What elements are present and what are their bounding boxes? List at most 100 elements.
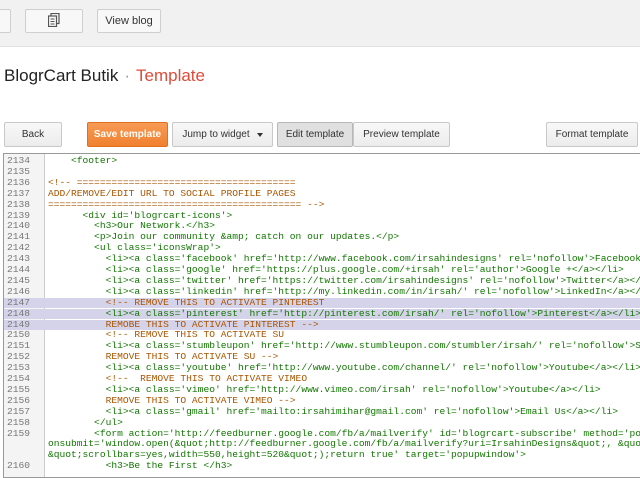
line-number: 2154 (7, 373, 31, 384)
code-text: REMOVE THIS TO ACTIVATE VIMEO --> (48, 394, 296, 406)
code-line[interactable]: 2151 <li><a class='stumbleupon' href='ht… (4, 340, 640, 352)
code-text: <p>Join our community &amp; catch on our… (48, 231, 400, 243)
line-number: 2147 (7, 296, 31, 308)
code-line[interactable]: 2158 </ul> (4, 416, 640, 428)
line-number: 2153 (7, 362, 31, 374)
code-text: <footer> (48, 155, 118, 166)
code-line[interactable]: 2149 REMOBE THIS TO ACTIVATE PINTEREST -… (4, 318, 640, 330)
line-number: 2136 (7, 176, 31, 188)
code-line[interactable]: 2148 <li><a class='pinterest' href='http… (4, 307, 640, 319)
code-text: <li><a class='youtube' href='http://www.… (48, 362, 640, 374)
line-number: 2139 (7, 209, 31, 221)
jump-to-widget-label: Jump to widget (182, 129, 250, 140)
code-text: <li><a class='facebook' href='http://www… (48, 253, 640, 265)
code-line[interactable]: 2135 (4, 165, 640, 177)
line-number: 2143 (7, 253, 31, 265)
line-number: 2149 (7, 318, 31, 330)
nav-button[interactable] (0, 9, 11, 33)
line-number: 2137 (7, 187, 31, 199)
line-number: 2140 (7, 220, 31, 232)
code-text: <h3>Be the First </h3> (48, 460, 233, 472)
line-number: 2138 (7, 198, 31, 210)
code-line[interactable]: 2152 REMOVE THIS TO ACTIVATE SU --> (4, 351, 640, 363)
top-toolbar: View blog (0, 0, 640, 47)
line-number: 2148 (7, 307, 31, 319)
code-line[interactable]: 2157 <li><a class='gmail' href='mailto:i… (4, 405, 640, 417)
code-line[interactable]: 2143 <li><a class='facebook' href='http:… (4, 253, 640, 265)
line-number: 2151 (7, 340, 31, 352)
code-text: <div id='blogrcart-icons'> (48, 209, 233, 221)
code-text: <li><a class='linkedin' href='http://my.… (48, 285, 640, 297)
code-text: onsubmit='window.open(&quot;http://feedb… (48, 438, 640, 450)
code-text: ========================================… (48, 198, 325, 210)
code-text: <!-- REMOVE THIS TO ACTIVATE VIMEO (48, 373, 308, 384)
page-heading: BlogrCart Butik · Template (4, 66, 205, 86)
code-line[interactable]: onsubmit='window.open(&quot;http://feedb… (4, 438, 640, 450)
pages-icon (47, 12, 60, 30)
line-number: 2160 (7, 460, 31, 472)
line-number: 2146 (7, 285, 31, 297)
line-number: 2152 (7, 351, 31, 363)
line-number: 2156 (7, 394, 31, 406)
code-line[interactable]: 2139 <div id='blogrcart-icons'> (4, 209, 640, 221)
line-number: 2145 (7, 274, 31, 286)
line-number: 2157 (7, 405, 31, 417)
code-line[interactable]: 2159 <form action='http://feedburner.goo… (4, 427, 640, 439)
line-number: 2134 (7, 155, 31, 166)
code-line[interactable]: 2147 <!-- REMOVE THIS TO ACTIVATE PINTER… (4, 296, 640, 309)
jump-to-widget-dropdown[interactable]: Jump to widget (172, 122, 273, 147)
line-number: 2159 (7, 427, 31, 439)
code-text: </ul> (48, 416, 123, 428)
code-text: <li><a class='gmail' href='mailto:irsahi… (48, 405, 618, 417)
line-number: 2158 (7, 416, 31, 428)
code-text: <li><a class='twitter' href='https://twi… (48, 274, 640, 286)
line-number: 2142 (7, 242, 31, 254)
code-line[interactable]: 2146 <li><a class='linkedin' href='http:… (4, 285, 640, 297)
code-line[interactable]: &quot;scrollbars=yes,width=550,height=52… (4, 449, 640, 461)
code-text: <!-- REMOVE THIS TO ACTIVATE SU (48, 329, 285, 341)
title-separator: · (124, 66, 130, 85)
code-text: <!-- REMOVE THIS TO ACTIVATE PINTEREST (48, 296, 325, 308)
code-line[interactable]: 2156 REMOVE THIS TO ACTIVATE VIMEO --> (4, 394, 640, 406)
code-line[interactable]: 2150 <!-- REMOVE THIS TO ACTIVATE SU (4, 329, 640, 341)
code-line[interactable]: 2153 <li><a class='youtube' href='http:/… (4, 362, 640, 374)
code-line[interactable]: 2144 <li><a class='google' href='https:/… (4, 264, 640, 275)
code-text: REMOVE THIS TO ACTIVATE SU --> (48, 351, 279, 363)
back-button[interactable]: Back (4, 122, 62, 147)
code-text: <li><a class='vimeo' href='http://www.vi… (48, 383, 601, 395)
line-number: 2144 (7, 264, 31, 275)
line-number: 2141 (7, 231, 31, 243)
code-text: <ul class='iconsWrap'> (48, 242, 221, 254)
blog-name: BlogrCart Butik (4, 66, 119, 85)
code-line[interactable]: 2154 <!-- REMOVE THIS TO ACTIVATE VIMEO (4, 373, 640, 384)
code-text: REMOBE THIS TO ACTIVATE PINTEREST --> (48, 318, 319, 330)
code-text: ADD/REMOVE/EDIT URL TO SOCIAL PROFILE PA… (48, 187, 296, 199)
code-line[interactable]: 2134 <footer> (4, 155, 640, 166)
code-line[interactable]: 2142 <ul class='iconsWrap'> (4, 242, 640, 254)
format-template-button[interactable]: Format template (546, 122, 638, 147)
preview-template-button[interactable]: Preview template (353, 122, 450, 147)
edit-template-button[interactable]: Edit template (277, 122, 353, 147)
line-number: 2155 (7, 383, 31, 395)
code-line[interactable]: 2137 ADD/REMOVE/EDIT URL TO SOCIAL PROFIL… (4, 187, 640, 199)
code-line[interactable]: 2140 <h3>Our Network.</h3> (4, 220, 640, 232)
save-template-button[interactable]: Save template (87, 122, 168, 147)
code-line[interactable]: 2136 <!-- ===============================… (4, 176, 640, 188)
code-text: <form action='http://feedburner.google.c… (48, 427, 640, 439)
code-text: &quot;scrollbars=yes,width=550,height=52… (48, 449, 526, 461)
code-text: <h3>Our Network.</h3> (48, 220, 215, 232)
code-editor[interactable]: 2134 <footer> 2135 2136 <!-- ==============… (3, 153, 640, 478)
code-line[interactable]: 2138 ====================================… (4, 198, 640, 210)
code-text: <li><a class='stumbleupon' href='http://… (105, 340, 640, 352)
pages-icon-button[interactable] (25, 9, 83, 33)
page-title: Template (136, 66, 205, 85)
code-text: <li><a class='google' href='https://plus… (48, 264, 624, 275)
code-text: <li><a class='pinterest' href='http://pi… (48, 307, 640, 319)
line-number: 2135 (7, 165, 31, 177)
code-line[interactable]: 2145 <li><a class='twitter' href='https:… (4, 274, 640, 286)
code-line[interactable]: 2141 <p>Join our community &amp; catch o… (4, 231, 640, 243)
view-blog-button[interactable]: View blog (97, 9, 161, 33)
code-line[interactable]: 2160 <h3>Be the First </h3> (4, 460, 640, 472)
code-line[interactable]: 2155 <li><a class='vimeo' href='http://w… (4, 383, 640, 395)
code-text: <!-- ===================================… (48, 176, 296, 188)
